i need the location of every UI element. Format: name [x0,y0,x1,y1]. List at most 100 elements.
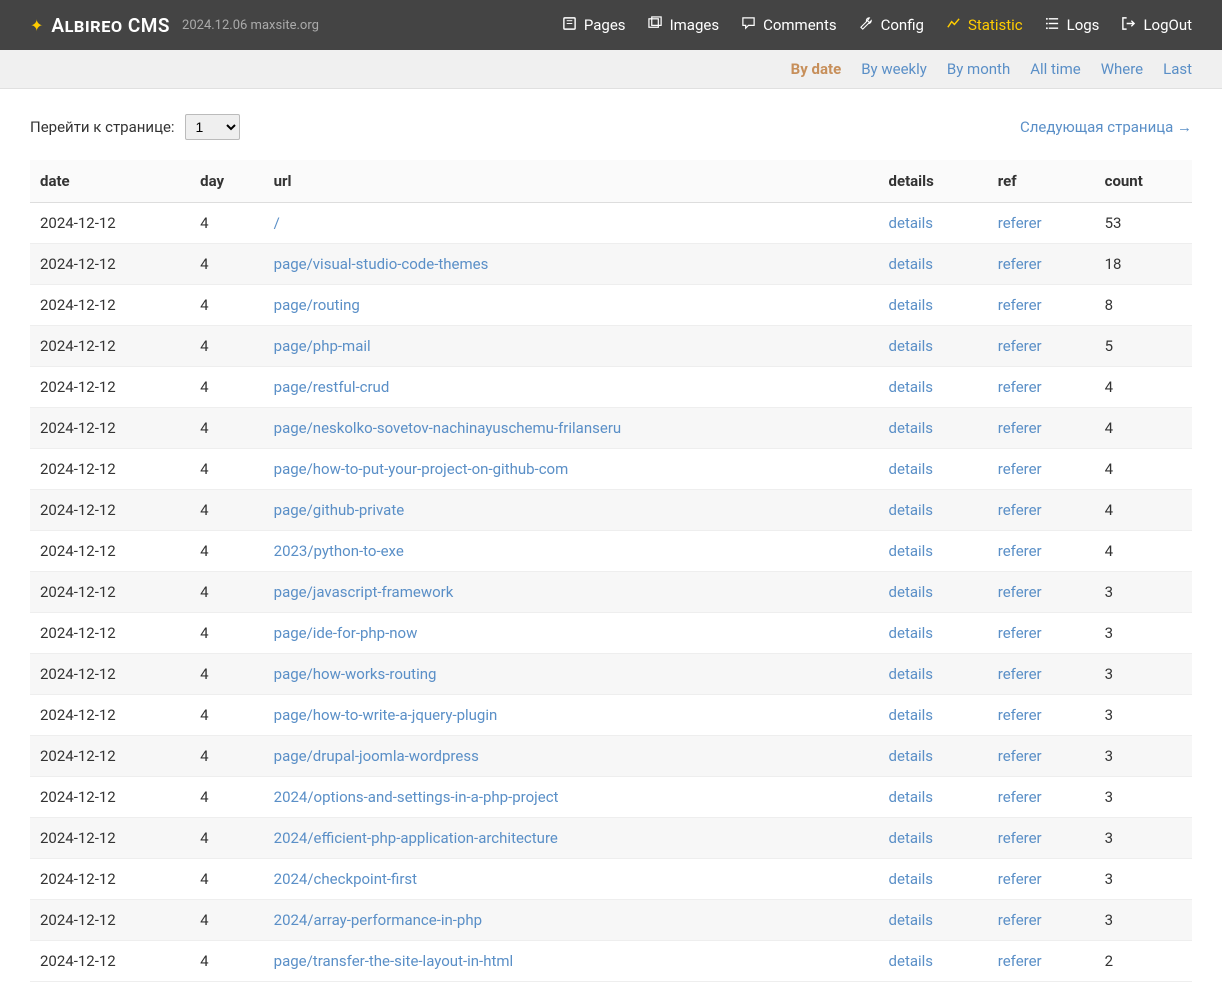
details-link[interactable]: details [889,501,934,519]
cell-count: 3 [1095,695,1192,736]
table-row: 2024-12-124page/neskolko-sovetov-nachina… [30,408,1192,449]
page-select[interactable]: 1 [185,114,240,140]
details-link[interactable]: details [889,419,934,437]
cell-date: 2024-12-12 [30,777,190,818]
referer-link[interactable]: referer [998,583,1042,601]
referer-link[interactable]: referer [998,255,1042,273]
referer-link[interactable]: referer [998,542,1042,560]
url-link[interactable]: 2024/array-performance-in-php [274,911,482,929]
url-link[interactable]: page/github-private [274,501,405,519]
url-link[interactable]: page/how-works-routing [274,665,437,683]
url-link[interactable]: page/restful-crud [274,378,390,396]
url-link[interactable]: 2023/python-to-exe [274,542,404,560]
url-link[interactable]: page/how-to-write-a-jquery-plugin [274,706,498,724]
nav-comments[interactable]: Comments [741,16,837,35]
referer-link[interactable]: referer [998,378,1042,396]
details-link[interactable]: details [889,706,934,724]
referer-link[interactable]: referer [998,624,1042,642]
nav-label: Comments [763,16,837,34]
cell-day: 4 [190,572,263,613]
cell-count: 18 [1095,244,1192,285]
details-link[interactable]: details [889,542,934,560]
url-link[interactable]: page/visual-studio-code-themes [274,255,489,273]
url-link[interactable]: page/ide-for-php-now [274,624,418,642]
cell-url: 2024/array-performance-in-php [264,900,879,941]
subnav-bymonth[interactable]: By month [947,60,1010,78]
url-link[interactable]: page/transfer-the-site-layout-in-html [274,952,514,970]
url-link[interactable]: page/javascript-framework [274,583,454,601]
content: Перейти к странице: 1 Следующая страница… [0,89,1222,1007]
referer-link[interactable]: referer [998,911,1042,929]
details-link[interactable]: details [889,911,934,929]
subnav-alltime[interactable]: All time [1030,60,1080,78]
nav-config[interactable]: Config [859,16,924,35]
cell-date: 2024-12-12 [30,531,190,572]
details-link[interactable]: details [889,788,934,806]
referer-link[interactable]: referer [998,870,1042,888]
details-link[interactable]: details [889,952,934,970]
cell-url: page/visual-studio-code-themes [264,244,879,285]
referer-link[interactable]: referer [998,460,1042,478]
url-link[interactable]: page/drupal-joomla-wordpress [274,747,479,765]
cell-details: details [879,900,988,941]
referer-link[interactable]: referer [998,952,1042,970]
url-link[interactable]: page/php-mail [274,337,371,355]
details-link[interactable]: details [889,665,934,683]
details-link[interactable]: details [889,747,934,765]
nav-pages[interactable]: Pages [562,16,626,35]
details-link[interactable]: details [889,337,934,355]
url-link[interactable]: / [274,214,280,232]
cell-count: 2 [1095,941,1192,982]
url-link[interactable]: page/neskolko-sovetov-nachinayuschemu-fr… [274,419,622,437]
cell-date: 2024-12-12 [30,613,190,654]
cell-day: 4 [190,859,263,900]
url-link[interactable]: page/routing [274,296,360,314]
pager-label: Перейти к странице: [30,118,175,136]
url-link[interactable]: 2024/options-and-settings-in-a-php-proje… [274,788,559,806]
table-row: 2024-12-124page/github-privatedetailsref… [30,490,1192,531]
cell-count: 5 [1095,326,1192,367]
nav-statistic[interactable]: Statistic [946,16,1023,35]
details-link[interactable]: details [889,829,934,847]
details-link[interactable]: details [889,624,934,642]
details-link[interactable]: details [889,378,934,396]
referer-link[interactable]: referer [998,337,1042,355]
nav-logout[interactable]: LogOut [1121,16,1192,35]
cell-details: details [879,531,988,572]
subnav-where[interactable]: Where [1101,60,1143,78]
nav-logs[interactable]: Logs [1045,16,1100,35]
cell-count: 8 [1095,285,1192,326]
chart-icon [946,16,961,35]
url-link[interactable]: 2024/checkpoint-first [274,870,417,888]
details-link[interactable]: details [889,296,934,314]
details-link[interactable]: details [889,460,934,478]
url-link[interactable]: page/how-to-put-your-project-on-github-c… [274,460,569,478]
cell-date: 2024-12-12 [30,449,190,490]
cell-ref: referer [988,531,1095,572]
referer-link[interactable]: referer [998,829,1042,847]
nav-images[interactable]: Images [648,16,720,35]
cell-day: 4 [190,777,263,818]
next-page-link[interactable]: Следующая страница → [1020,118,1192,136]
url-link[interactable]: 2024/efficient-php-application-architect… [274,829,558,847]
referer-link[interactable]: referer [998,665,1042,683]
table-row: 2024-12-124/detailsreferer53 [30,203,1192,244]
cell-url: 2024/checkpoint-first [264,859,879,900]
cell-details: details [879,449,988,490]
details-link[interactable]: details [889,214,934,232]
referer-link[interactable]: referer [998,501,1042,519]
details-link[interactable]: details [889,583,934,601]
referer-link[interactable]: referer [998,747,1042,765]
referer-link[interactable]: referer [998,419,1042,437]
referer-link[interactable]: referer [998,706,1042,724]
referer-link[interactable]: referer [998,296,1042,314]
subnav-last[interactable]: Last [1163,60,1192,78]
cell-count: 4 [1095,367,1192,408]
referer-link[interactable]: referer [998,788,1042,806]
cell-day: 4 [190,818,263,859]
subnav-byweekly[interactable]: By weekly [861,60,927,78]
details-link[interactable]: details [889,255,934,273]
details-link[interactable]: details [889,870,934,888]
referer-link[interactable]: referer [998,214,1042,232]
subnav-bydate[interactable]: By date [791,60,842,78]
